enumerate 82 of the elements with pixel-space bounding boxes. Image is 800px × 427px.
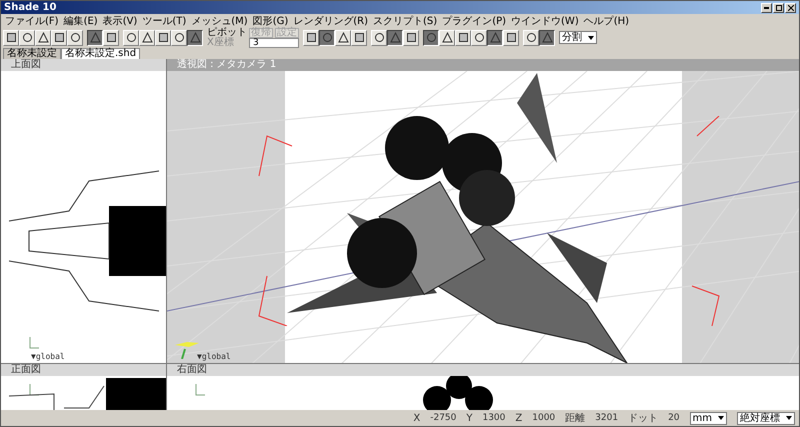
axis-icon [29, 337, 39, 349]
tool-icon [338, 32, 348, 43]
status-label: Y [466, 412, 472, 424]
maximize-icon [776, 4, 782, 10]
caret-icon [786, 416, 792, 420]
tool-icon [190, 32, 200, 43]
caret-icon [588, 36, 594, 40]
status-label: 距離 [565, 412, 586, 425]
menu-item[interactable]: ツール(T) [142, 14, 186, 28]
tool-icon [490, 32, 500, 43]
spin-field[interactable]: 3 [249, 38, 299, 48]
axis-icon [195, 384, 205, 396]
tool-icon [542, 32, 552, 43]
minimize-icon [764, 6, 769, 8]
viewport-title: 正面図 [11, 365, 41, 375]
coordinate-label: ▼global [197, 352, 231, 361]
coordinate-dropdown[interactable]: 絶対座標 [737, 412, 795, 424]
toolbar-button[interactable] [487, 30, 503, 46]
tool-icon [474, 32, 484, 43]
menu-item[interactable]: 図形(G) [252, 14, 288, 28]
tool-icon [38, 32, 48, 43]
menu-item[interactable]: ファイル(F) [5, 14, 59, 28]
tool-icon [126, 32, 136, 43]
status-value: 1000 [532, 413, 556, 423]
status-value: 1300 [482, 413, 506, 423]
tool-icon [22, 32, 32, 43]
tool-icon [354, 32, 364, 43]
document-tab[interactable]: 名称未設定.shd [61, 48, 140, 59]
tool-icon [6, 32, 16, 43]
status-label: X [413, 412, 420, 424]
toolbar-button[interactable] [387, 30, 403, 46]
axis-label: X座標 [207, 38, 235, 47]
tool-icon [406, 32, 416, 43]
menu-item[interactable]: 編集(E) [64, 14, 98, 28]
tool-icon [158, 32, 168, 43]
tool-icon [306, 32, 316, 43]
tool-icon [426, 32, 436, 43]
status-label: Z [515, 412, 522, 424]
menu-item[interactable]: ヘルプ(H) [584, 14, 630, 28]
close-icon [788, 4, 794, 10]
caret-icon [718, 416, 724, 420]
tool-icon [174, 32, 184, 43]
tool-icon [90, 32, 100, 43]
tool-icon [142, 32, 152, 43]
maximize-button[interactable] [773, 2, 784, 12]
window-title: Shade 10 [4, 2, 56, 13]
close-button[interactable] [785, 2, 796, 12]
toolbar-button[interactable] [187, 30, 203, 46]
toolbar-button[interactable] [87, 30, 103, 46]
menu-item[interactable]: 表示(V) [102, 14, 138, 28]
tool-icon [442, 32, 452, 43]
menu-item[interactable]: スクリプト(S) [373, 14, 438, 28]
tool-icon [506, 32, 516, 43]
tool-icon [106, 32, 116, 43]
status-value: 20 [668, 413, 680, 423]
status-value: 3201 [595, 413, 618, 423]
menu-item[interactable]: メッシュ(M) [191, 14, 248, 28]
menu-item[interactable]: プラグイン(P) [442, 14, 506, 28]
pivot-label: ピボット [207, 28, 247, 37]
tool-icon [458, 32, 468, 43]
tool-icon [322, 32, 332, 43]
split-dropdown[interactable]: 分割 [559, 31, 597, 44]
tool-icon [54, 32, 64, 43]
axis-icon [29, 384, 39, 396]
viewport-title: 上面図 [11, 60, 41, 70]
menu-item[interactable]: ウインドウ(W) [511, 14, 579, 28]
toolbar-button[interactable] [423, 30, 439, 46]
minimize-button[interactable] [761, 2, 772, 12]
tool-icon [70, 32, 80, 43]
document-tab[interactable]: 名称未設定 [3, 48, 61, 59]
tool-icon [526, 32, 536, 43]
status-value: -2750 [430, 413, 456, 423]
toolbar-button[interactable] [319, 30, 335, 46]
unit-dropdown[interactable]: mm [690, 412, 727, 424]
menu-item[interactable]: レンダリング(R) [293, 14, 368, 28]
coordinate-label: ▼global [31, 352, 65, 361]
viewport-title: 透視図 : メタカメラ 1 [177, 60, 276, 70]
status-label: ドット [628, 412, 658, 425]
tool-icon [390, 32, 400, 43]
tool-icon [374, 32, 384, 43]
viewport-title: 右面図 [177, 365, 207, 375]
toolbar-button[interactable] [539, 30, 555, 46]
